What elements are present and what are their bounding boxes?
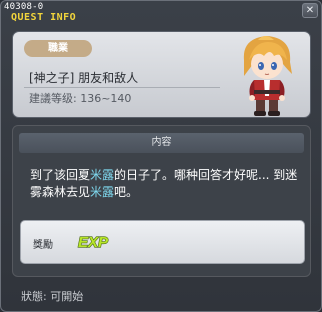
exp-icon-text: EXP <box>78 234 109 251</box>
reward-label: 獎勵 <box>33 240 53 251</box>
npc-name-highlight: 米露 <box>90 168 115 182</box>
quest-name: [神之子] 朋友和敌人 <box>29 71 139 85</box>
window-title: QUEST INFO <box>11 12 77 23</box>
close-icon[interactable]: ✕ <box>306 5 314 16</box>
desc-text: 吧。 <box>114 185 139 199</box>
content-panel: 内容 到了该回夏米露的日子了。哪种回答才好呢... 到迷雾森林去见米露吧。 獎勵… <box>12 125 311 277</box>
job-panel: 職業 [神之子] 朋友和敌人 建議等级: 136~140 <box>12 31 311 118</box>
close-button[interactable]: ✕ <box>302 3 318 18</box>
quest-description: 到了该回夏米露的日子了。哪种回答才好呢... 到迷雾森林去见米露吧。 <box>30 167 302 201</box>
exp-icon: EXP <box>77 233 109 251</box>
desc-text: 到了该回夏 <box>30 168 91 182</box>
npc-name-highlight: 米露 <box>90 185 115 199</box>
npc-portrait <box>243 36 292 116</box>
job-badge: 職業 <box>24 40 92 57</box>
quest-info-window: 40308-0 QUEST INFO ✕ 職業 [神之子] 朋友和敌人 建議等级… <box>0 0 322 312</box>
quest-id: 40308-0 <box>4 2 44 12</box>
job-divider <box>24 87 220 88</box>
content-header: 内容 <box>19 133 304 153</box>
reward-box: 獎勵 EXP <box>20 220 305 264</box>
quest-status: 狀態: 可開始 <box>21 290 84 303</box>
recommended-level: 建議等级: 136~140 <box>29 92 132 105</box>
